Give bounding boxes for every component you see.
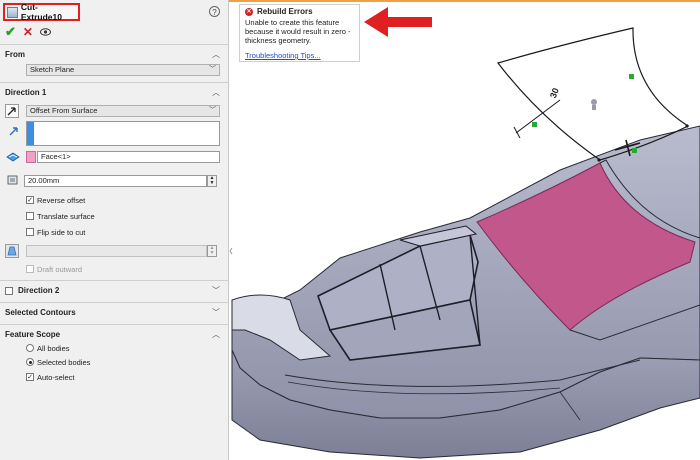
direction1-section-header[interactable]: Direction 1 xyxy=(5,88,46,97)
selection-color-indicator xyxy=(27,122,34,145)
cut-extrude-icon xyxy=(7,6,18,18)
end-condition-value: Offset From Surface xyxy=(30,106,98,115)
draft-angle-spinner[interactable]: ▲ ▼ xyxy=(207,245,217,257)
translate-surface-label: Translate surface xyxy=(37,212,95,221)
reverse-offset-checkbox[interactable]: ✓ xyxy=(26,196,34,204)
from-section-header[interactable]: From xyxy=(5,50,25,59)
reverse-arrow-icon xyxy=(7,107,16,116)
feature-title: Cut-Extrude10 xyxy=(20,2,62,22)
selected-bodies-radio[interactable] xyxy=(26,358,34,366)
depth-icon xyxy=(7,175,18,185)
sketch-vertex xyxy=(597,158,601,162)
selected-contours-header[interactable]: Selected Contours xyxy=(5,308,76,317)
translate-surface-checkbox[interactable] xyxy=(26,212,34,220)
troubleshooting-link[interactable]: Troubleshooting Tips... xyxy=(245,51,321,60)
error-icon: ✕ xyxy=(245,8,253,16)
end-condition-dropdown[interactable]: Offset From Surface ﹀ xyxy=(26,105,220,117)
sketch-point[interactable] xyxy=(632,148,637,153)
draft-outward-checkbox[interactable] xyxy=(26,265,34,273)
reverse-direction-button[interactable] xyxy=(5,104,19,118)
action-buttons: ✔ ✕ xyxy=(5,24,51,40)
face-selection-field[interactable]: Face<1> xyxy=(37,151,220,163)
cancel-button[interactable]: ✕ xyxy=(23,25,33,39)
direction-selection-box[interactable] xyxy=(26,121,220,146)
chevron-down-icon: ﹀ xyxy=(209,66,216,73)
draft-icon xyxy=(7,246,17,256)
offset-distance-input[interactable]: 20.00mm xyxy=(24,175,207,187)
chevron-up-icon[interactable]: ︿ xyxy=(212,329,220,340)
draft-toggle-button[interactable] xyxy=(5,244,19,258)
all-bodies-label: All bodies xyxy=(37,344,70,353)
face-color-swatch xyxy=(26,151,36,163)
origin-icon xyxy=(591,99,597,110)
flip-side-label: Flip side to cut xyxy=(37,228,86,237)
divider xyxy=(0,280,229,281)
flip-side-checkbox[interactable] xyxy=(26,228,34,236)
chevron-down-icon: ﹀ xyxy=(209,107,216,114)
divider xyxy=(0,44,229,45)
chevron-up-icon[interactable]: ︿ xyxy=(212,49,220,60)
from-dropdown[interactable]: Sketch Plane ﹀ xyxy=(26,64,220,76)
sketch-point[interactable] xyxy=(532,122,537,127)
chevron-down-icon[interactable]: ﹀ xyxy=(212,307,220,318)
direction2-checkbox[interactable] xyxy=(5,287,13,295)
chevron-down-icon[interactable]: ﹀ xyxy=(212,285,220,296)
direction-arrow-icon xyxy=(9,127,18,136)
divider xyxy=(0,324,229,325)
sketch-vertex xyxy=(685,124,689,128)
selected-bodies-label: Selected bodies xyxy=(37,358,91,367)
ok-button[interactable]: ✔ xyxy=(5,24,16,40)
divider xyxy=(0,82,229,83)
all-bodies-radio[interactable] xyxy=(26,344,34,352)
dimension-leader xyxy=(513,99,561,139)
feature-scope-header[interactable]: Feature Scope xyxy=(5,330,60,339)
from-dropdown-value: Sketch Plane xyxy=(30,65,75,74)
sketch-point[interactable] xyxy=(629,74,634,79)
draft-outward-label: Draft outward xyxy=(37,265,83,274)
divider xyxy=(0,302,229,303)
chevron-up-icon[interactable]: ︿ xyxy=(212,87,220,98)
rebuild-error-tooltip: ✕ Rebuild Errors Unable to create this f… xyxy=(239,4,360,62)
direction2-section-header[interactable]: Direction 2 xyxy=(18,286,59,295)
auto-select-label: Auto-select xyxy=(37,373,75,382)
feature-title-box: Cut-Extrude10 xyxy=(3,2,80,22)
draft-angle-input[interactable] xyxy=(26,245,207,257)
red-arrow-icon xyxy=(364,7,432,37)
tooltip-message: Unable to create this feature because it… xyxy=(245,18,351,45)
auto-select-checkbox[interactable]: ✓ xyxy=(26,373,34,381)
tooltip-title: Rebuild Errors xyxy=(257,7,313,16)
property-manager: Cut-Extrude10 ? ✔ ✕ From ︿ Sketch Plane … xyxy=(0,0,229,460)
graphics-viewport[interactable] xyxy=(229,0,700,460)
offset-spinner[interactable]: ▲ ▼ xyxy=(207,175,217,187)
help-icon[interactable]: ? xyxy=(209,6,220,17)
preview-eye-icon[interactable] xyxy=(39,28,51,36)
reverse-offset-label: Reverse offset xyxy=(37,196,86,205)
face-offset-icon xyxy=(6,152,20,162)
